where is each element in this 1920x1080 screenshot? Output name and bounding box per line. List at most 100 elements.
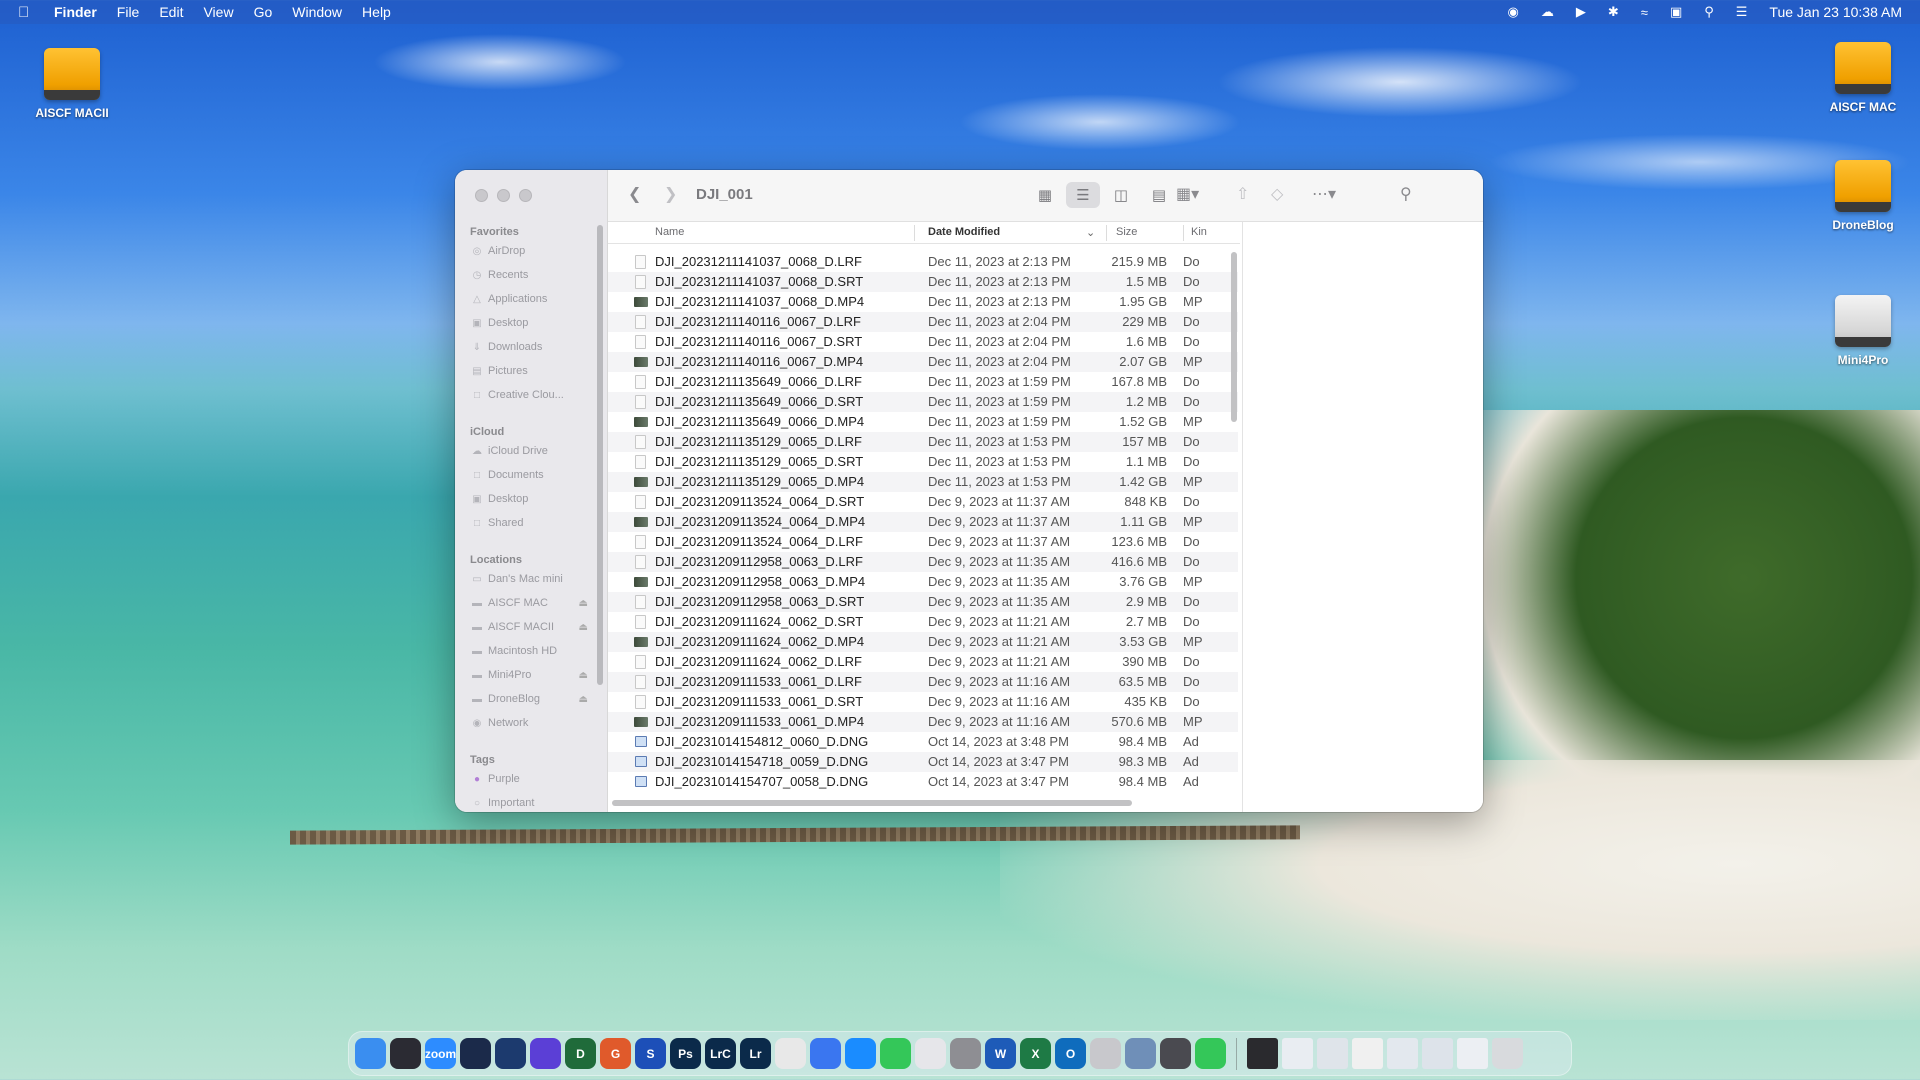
menu-edit[interactable]: Edit	[159, 4, 183, 20]
chrome-icon[interactable]	[775, 1038, 806, 1069]
file-row[interactable]: DJI_20231211141037_0068_D.SRT Dec 11, 202…	[608, 272, 1238, 292]
tag-icon[interactable]: ◇	[1271, 184, 1283, 204]
zoom-icon[interactable]: zoom	[425, 1038, 456, 1069]
document-thumbnail-icon[interactable]	[1317, 1038, 1348, 1069]
file-row[interactable]: DJI_20231211140116_0067_D.LRF Dec 11, 202…	[608, 312, 1238, 332]
zoom-button[interactable]	[519, 189, 532, 202]
skylum-icon[interactable]: S	[635, 1038, 666, 1069]
file-row[interactable]: DJI_20231209113524_0064_D.LRF Dec 9, 2023…	[608, 532, 1238, 552]
desktop-drive-aiscf-mac[interactable]: AISCF MAC	[1803, 42, 1920, 114]
column-header-size[interactable]: Size	[1116, 226, 1137, 238]
sidebar-item-shared[interactable]: □ Shared	[470, 517, 600, 529]
group-by-icon[interactable]: ▦▾	[1176, 184, 1199, 204]
sidebar-item-network[interactable]: ◉ Network	[470, 717, 600, 729]
file-row[interactable]: DJI_20231209111533_0061_D.LRF Dec 9, 2023…	[608, 672, 1238, 692]
column-header-kind[interactable]: Kin	[1191, 226, 1207, 238]
system-settings-icon[interactable]	[950, 1038, 981, 1069]
sidebar-item-recents[interactable]: ◷ Recents	[470, 269, 600, 281]
sidebar-item-macintosh-hd[interactable]: ▬ Macintosh HD	[470, 645, 600, 657]
sidebar-item-desktop[interactable]: ▣ Desktop	[470, 317, 600, 329]
media-play-status-icon[interactable]: ▶	[1576, 4, 1586, 20]
sidebar-item-droneblog[interactable]: ▬ DroneBlog ⏏	[470, 693, 600, 705]
file-row[interactable]: DJI_20231209111533_0061_D.MP4 Dec 9, 2023…	[608, 712, 1238, 732]
file-row[interactable]: DJI_20231211141037_0068_D.MP4 Dec 11, 202…	[608, 292, 1238, 312]
creative-cloud-status-icon[interactable]: ☁	[1541, 4, 1554, 20]
sort-chevron-down-icon[interactable]: ⌄	[1086, 226, 1095, 239]
lightroom-classic-icon[interactable]: LrC	[705, 1038, 736, 1069]
control-center-icon[interactable]: ☰	[1736, 4, 1748, 20]
launchpad-icon[interactable]	[915, 1038, 946, 1069]
photoshop-icon[interactable]: Ps	[670, 1038, 701, 1069]
document-thumbnail-icon[interactable]	[1352, 1038, 1383, 1069]
column-divider[interactable]	[1106, 225, 1107, 241]
desktop-drive-aiscf-macii[interactable]: AISCF MACII	[12, 48, 132, 120]
column-divider[interactable]	[1183, 225, 1184, 241]
facetime-icon[interactable]	[1195, 1038, 1226, 1069]
list-view-icon[interactable]: ☰	[1066, 182, 1100, 208]
file-row[interactable]: DJI_20231209111624_0062_D.MP4 Dec 9, 2023…	[608, 632, 1238, 652]
eject-icon[interactable]: ⏏	[579, 598, 588, 609]
document-thumbnail-icon[interactable]	[1387, 1038, 1418, 1069]
sidebar-item-applications[interactable]: △ Applications	[470, 293, 600, 305]
menu-go[interactable]: Go	[254, 4, 273, 20]
close-button[interactable]	[475, 189, 488, 202]
sidebar-item-aiscf-macii[interactable]: ▬ AISCF MACII ⏏	[470, 621, 600, 633]
file-row[interactable]: DJI_20231209112958_0063_D.MP4 Dec 9, 2023…	[608, 572, 1238, 592]
file-row[interactable]: DJI_20231014154812_0060_D.DNG Oct 14, 202…	[608, 732, 1238, 752]
sidebar-item-tag-important[interactable]: ○ Important	[470, 797, 600, 809]
file-row[interactable]: DJI_20231211135129_0065_D.LRF Dec 11, 202…	[608, 432, 1238, 452]
menu-clock[interactable]: Tue Jan 23 10:38 AM	[1769, 4, 1902, 20]
file-row[interactable]: DJI_20231014154718_0059_D.DNG Oct 14, 202…	[608, 752, 1238, 772]
sidebar-item-tag-purple[interactable]: ● Purple	[470, 773, 600, 785]
file-row[interactable]: DJI_20231209112958_0063_D.SRT Dec 9, 2023…	[608, 592, 1238, 612]
file-row[interactable]: DJI_20231211135649_0066_D.MP4 Dec 11, 202…	[608, 412, 1238, 432]
davinci-resolve-icon[interactable]	[390, 1038, 421, 1069]
sidebar-item-pictures[interactable]: ▤ Pictures	[470, 365, 600, 377]
outlook-icon[interactable]: O	[1055, 1038, 1086, 1069]
sidebar-item-downloads[interactable]: ⇓ Downloads	[470, 341, 600, 353]
sidebar-scrollbar[interactable]	[597, 225, 603, 685]
dxo-icon[interactable]: D	[565, 1038, 596, 1069]
wifi-icon[interactable]: ≈	[1641, 5, 1648, 20]
sidebar-item-creative-cloud[interactable]: □ Creative Clou...	[470, 389, 600, 401]
menu-app-name[interactable]: Finder	[54, 4, 97, 20]
file-row[interactable]: DJI_20231014154707_0058_D.DNG Oct 14, 202…	[608, 772, 1238, 792]
search-icon[interactable]: ⚲	[1400, 184, 1412, 204]
desktop-drive-mini4pro[interactable]: Mini4Pro	[1803, 295, 1920, 367]
lightroom-icon[interactable]: Lr	[740, 1038, 771, 1069]
grammarly-status-icon[interactable]: ◉	[1508, 4, 1519, 20]
back-arrow-icon[interactable]: ❮	[628, 184, 641, 204]
column-view-icon[interactable]: ◫	[1104, 182, 1138, 208]
file-row[interactable]: DJI_20231211135649_0066_D.SRT Dec 11, 202…	[608, 392, 1238, 412]
menu-view[interactable]: View	[203, 4, 233, 20]
column-divider[interactable]	[914, 225, 915, 241]
bluetooth-icon[interactable]: ✱	[1608, 4, 1619, 20]
affinity-designer-icon[interactable]	[495, 1038, 526, 1069]
disk-utility-icon[interactable]	[1090, 1038, 1121, 1069]
file-row[interactable]: DJI_20231211135129_0065_D.MP4 Dec 11, 202…	[608, 472, 1238, 492]
downloads-stack-icon[interactable]	[1247, 1038, 1278, 1069]
spotlight-search-icon[interactable]: ⚲	[1704, 4, 1714, 20]
forward-arrow-icon[interactable]: ❯	[664, 184, 677, 204]
file-row[interactable]: DJI_20231209113524_0064_D.SRT Dec 9, 2023…	[608, 492, 1238, 512]
menu-help[interactable]: Help	[362, 4, 391, 20]
apple-menu-icon[interactable]: 	[18, 4, 40, 21]
gallery-view-icon[interactable]: ▤	[1142, 182, 1176, 208]
messages-icon[interactable]	[880, 1038, 911, 1069]
document-thumbnail-icon[interactable]	[1282, 1038, 1313, 1069]
screen-mirroring-icon[interactable]: ▣	[1670, 4, 1682, 20]
quicktime-icon[interactable]	[1160, 1038, 1191, 1069]
finder-icon[interactable]	[355, 1038, 386, 1069]
file-row[interactable]: DJI_20231209111624_0062_D.LRF Dec 9, 2023…	[608, 652, 1238, 672]
document-thumbnail-icon[interactable]	[1422, 1038, 1453, 1069]
file-row[interactable]: DJI_20231209111624_0062_D.SRT Dec 9, 2023…	[608, 612, 1238, 632]
sidebar-item-aiscf-mac[interactable]: ▬ AISCF MAC ⏏	[470, 597, 600, 609]
eject-icon[interactable]: ⏏	[579, 694, 588, 705]
sidebar-item-mac-mini[interactable]: ▭ Dan's Mac mini	[470, 573, 600, 585]
app-store-icon[interactable]	[845, 1038, 876, 1069]
eject-icon[interactable]: ⏏	[579, 670, 588, 681]
horizontal-scrollbar[interactable]	[612, 800, 1132, 806]
trash-icon[interactable]	[1492, 1038, 1523, 1069]
document-thumbnail-icon[interactable]	[1457, 1038, 1488, 1069]
column-header-name[interactable]: Name	[655, 226, 684, 238]
